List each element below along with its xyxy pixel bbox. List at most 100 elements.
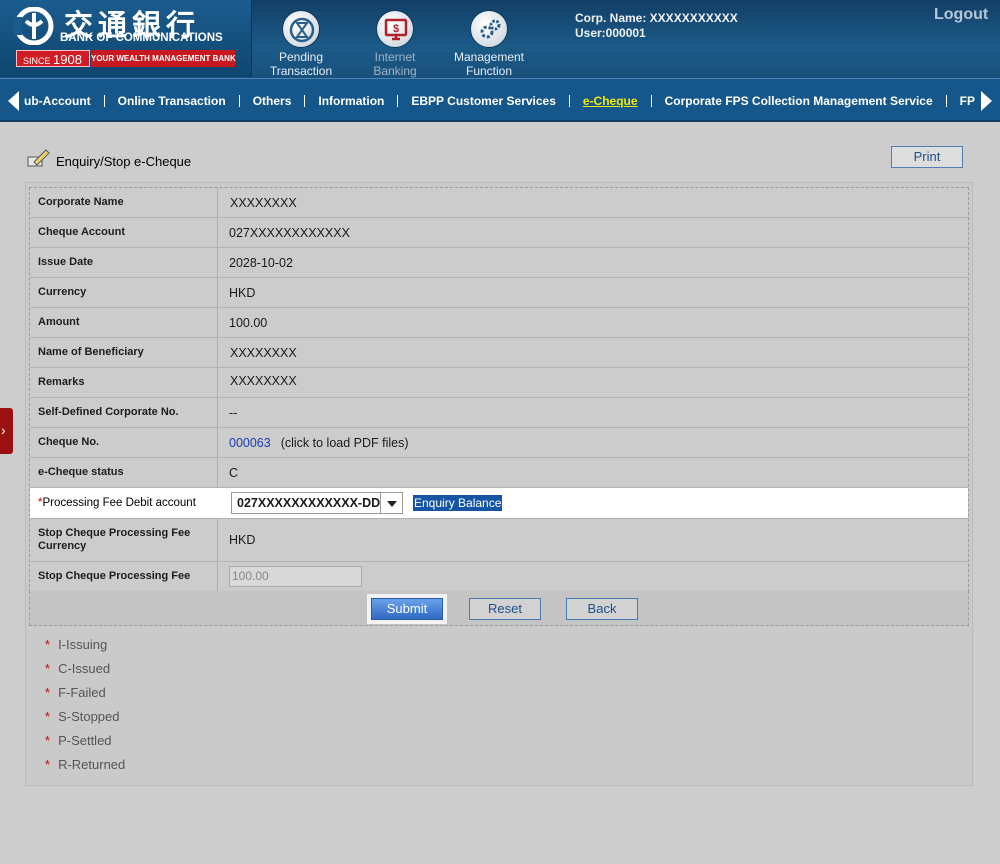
- bank-slogan: YOUR WEALTH MANAGEMENT BANK: [91, 50, 236, 67]
- chevron-right-icon: ›: [1, 422, 6, 438]
- logout-link[interactable]: Logout: [934, 6, 988, 24]
- issue-date-value: 2028-10-02: [229, 255, 293, 270]
- enquiry-balance-link[interactable]: Enquiry Balance: [413, 495, 503, 511]
- nav-item-online-transaction[interactable]: Online Transaction: [105, 95, 240, 107]
- nav-right-arrow-icon[interactable]: [981, 91, 992, 111]
- monitor-dollar-icon: $: [376, 10, 414, 48]
- edit-pencil-icon: [27, 148, 50, 166]
- pending-label-2: Transaction: [269, 64, 333, 78]
- cheque-no-label: Cheque No.: [30, 428, 218, 457]
- fee-input: 100.00: [229, 566, 362, 587]
- table-row: Self-Defined Corporate No. --: [30, 398, 968, 428]
- amount-label: Amount: [30, 308, 218, 337]
- table-row: Stop Cheque Processing Fee Currency HKD: [30, 519, 968, 562]
- svg-text:$: $: [393, 23, 399, 35]
- currency-value: HKD: [229, 285, 256, 300]
- table-row: Currency HKD: [30, 278, 968, 308]
- beneficiary-label: Name of Beneficiary: [30, 338, 218, 367]
- table-row: Corporate Name XXXXXXXX: [30, 188, 968, 218]
- cheque-account-value: 027XXXXXXXXXXXX: [229, 225, 350, 240]
- table-row: Cheque No. 000063 (click to load PDF fil…: [30, 428, 968, 458]
- self-defined-label: Self-Defined Corporate No.: [30, 398, 218, 427]
- management-label-2: Function: [465, 64, 513, 78]
- pending-transaction-button[interactable]: Pending Transaction: [253, 10, 349, 78]
- header-bar: 交通銀行 BANK OF COMMUNICATIONS SINCE 1908 Y…: [0, 0, 1000, 78]
- issue-date-label: Issue Date: [30, 248, 218, 277]
- bank-logo-icon: [14, 7, 54, 45]
- main-nav: ub-Account Online Transaction Others Inf…: [0, 78, 1000, 122]
- legend-item: * P-Settled: [45, 732, 125, 756]
- cheque-account-label: Cheque Account: [30, 218, 218, 247]
- nav-item-fps-collection[interactable]: Corporate FPS Collection Management Serv…: [652, 95, 947, 107]
- since-year: 1908: [53, 52, 82, 67]
- chevron-down-icon[interactable]: [380, 493, 402, 513]
- table-row: Issue Date 2028-10-02: [30, 248, 968, 278]
- internet-label-2: Banking: [373, 64, 417, 78]
- amount-value: 100.00: [229, 315, 268, 330]
- asterisk-icon: *: [45, 757, 51, 772]
- legend-text: C-Issued: [58, 661, 111, 676]
- status-value: C: [229, 465, 239, 480]
- remarks-label: Remarks: [30, 368, 218, 397]
- bank-name-en: BANK OF COMMUNICATIONS: [60, 32, 223, 44]
- asterisk-icon: *: [45, 637, 51, 652]
- legend-text: F-Failed: [58, 685, 106, 700]
- status-legend: * I-Issuing * C-Issued * F-Failed * S-Stoppe…: [45, 636, 125, 780]
- corporate-name-label: Corporate Name: [30, 188, 218, 217]
- legend-item: * S-Stopped: [45, 708, 125, 732]
- corporate-name-value: XXXXXXXX: [230, 195, 297, 210]
- nav-item-information[interactable]: Information: [305, 95, 399, 107]
- table-row: * Processing Fee Debit account 027XXXXXXX…: [30, 488, 968, 519]
- reset-button[interactable]: Reset: [469, 598, 541, 620]
- nav-item-sub-account[interactable]: ub-Account: [24, 95, 105, 107]
- debit-account-value: 027XXXXXXXXXXXX-DDA: [237, 496, 380, 510]
- status-label: e-Cheque status: [30, 458, 218, 487]
- side-panel-toggle[interactable]: ›: [0, 408, 13, 454]
- legend-text: P-Settled: [58, 733, 112, 748]
- print-button[interactable]: Print: [891, 146, 963, 168]
- cheque-no-link[interactable]: 000063: [229, 436, 271, 450]
- legend-item: * C-Issued: [45, 660, 125, 684]
- nav-item-e-cheque[interactable]: e-Cheque: [570, 95, 652, 107]
- table-row: e-Cheque status C: [30, 458, 968, 488]
- nav-item-ebpp[interactable]: EBPP Customer Services: [398, 95, 570, 107]
- asterisk-icon: *: [45, 709, 51, 724]
- bank-logo[interactable]: 交通銀行 BANK OF COMMUNICATIONS SINCE 1908 Y…: [0, 0, 252, 77]
- self-defined-value: --: [229, 405, 238, 420]
- legend-text: I-Issuing: [58, 637, 108, 652]
- cheque-no-hint: (click to load PDF files): [280, 435, 409, 450]
- fee-cell: 100.00: [218, 562, 968, 591]
- page-title-row: Enquiry/Stop e-Cheque: [26, 146, 191, 169]
- back-button[interactable]: Back: [566, 598, 638, 620]
- user-id: User:000001: [575, 26, 646, 40]
- legend-text: R-Returned: [58, 757, 126, 772]
- fee-currency-label: Stop Cheque Processing Fee Currency: [30, 519, 218, 561]
- hourglass-icon: [282, 10, 320, 48]
- debit-account-select[interactable]: 027XXXXXXXXXXXX-DDA: [231, 492, 403, 514]
- asterisk-icon: *: [45, 733, 51, 748]
- legend-item: * I-Issuing: [45, 636, 125, 660]
- table-row: Cheque Account 027XXXXXXXXXXXX: [30, 218, 968, 248]
- fee-currency-value: HKD: [229, 533, 256, 547]
- nav-item-others[interactable]: Others: [240, 95, 306, 107]
- gears-icon: [470, 10, 508, 48]
- internet-banking-button[interactable]: $ Internet Banking: [347, 10, 443, 78]
- table-row: Remarks XXXXXXXX: [30, 368, 968, 398]
- action-bar: Submit Reset Back: [29, 591, 969, 626]
- remarks-value: XXXXXXXX: [230, 374, 297, 388]
- legend-item: * R-Returned: [45, 756, 125, 780]
- fee-label: Stop Cheque Processing Fee: [30, 562, 218, 591]
- since-badge: SINCE 1908: [16, 50, 90, 67]
- table-row: Name of Beneficiary XXXXXXXX: [30, 338, 968, 368]
- legend-text: S-Stopped: [58, 709, 120, 724]
- user-info: Corp. Name: XXXXXXXXXXX User:000001: [575, 11, 738, 41]
- pending-label-1: Pending: [278, 50, 324, 64]
- submit-button[interactable]: Submit: [371, 598, 443, 620]
- asterisk-icon: *: [45, 685, 51, 700]
- nav-items: ub-Account Online Transaction Others Inf…: [24, 79, 1000, 120]
- management-function-button[interactable]: Management Function: [441, 10, 537, 78]
- page-title: Enquiry/Stop e-Cheque: [56, 154, 192, 169]
- cheque-detail-table: Corporate Name XXXXXXXX Cheque Account 0…: [29, 187, 969, 592]
- cheque-no-value-cell: 000063 (click to load PDF files): [218, 428, 968, 457]
- nav-left-arrow-icon[interactable]: [8, 91, 19, 111]
